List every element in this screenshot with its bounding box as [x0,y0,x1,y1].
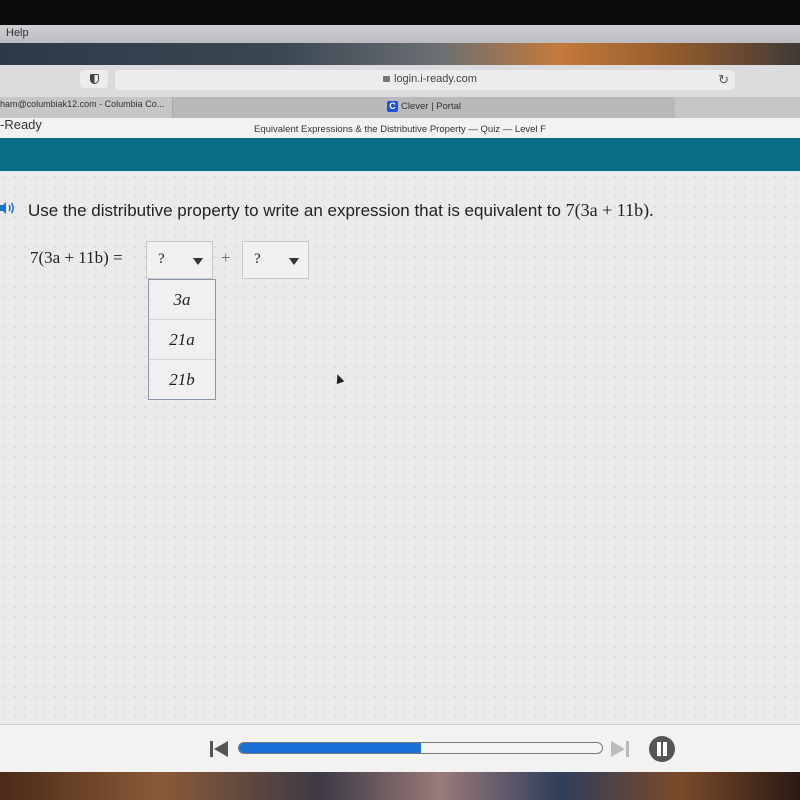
menu-help[interactable]: Help [6,27,29,39]
lesson-banner [0,138,800,173]
next-icon[interactable] [611,741,630,757]
tab-label: Clever | Portal [400,101,461,112]
dropdown-options-list: 3a 21a 21b [148,279,216,400]
mouse-cursor [333,372,345,385]
menu-bar: Help [0,25,800,43]
tab-columbia[interactable]: ham@columbiak12.com - Columbia Co... [0,97,173,118]
desktop-background-bottom [0,772,800,800]
clever-icon: C [386,101,398,112]
dropdown-option[interactable]: 3a [149,280,215,319]
tab-label: ham@columbiak12.com - Columbia Co... [0,99,165,109]
progress-fill [239,743,421,753]
dropdown-option[interactable]: 21b [149,359,215,399]
brand-logo: -Ready [0,117,42,132]
shield-icon [89,74,99,84]
privacy-shield-button[interactable] [80,70,108,88]
question-prompt: Use the distributive property to write a… [28,200,654,221]
caret-down-icon [289,258,299,265]
answer-dropdown-2[interactable]: ? [242,241,309,279]
question-area: Use the distributive property to write a… [0,172,800,724]
equation-lhs: 7(3a + 11b) = [30,248,123,267]
pause-button[interactable] [649,736,675,762]
quiz-title: Equivalent Expressions & the Distributiv… [254,124,546,135]
reload-icon[interactable]: ↻ [718,72,729,88]
previous-icon[interactable] [210,741,229,757]
media-player [0,724,800,773]
app-header: Equivalent Expressions & the Distributiv… [0,118,800,138]
desktop-background [0,43,800,65]
lock-icon [383,76,390,82]
url-text: login.i-ready.com [394,73,477,85]
tab-clever[interactable]: C Clever | Portal [173,97,675,118]
dropdown-value: ? [158,251,165,267]
plus-sign: + [221,248,231,267]
prompt-expression: 7(3a + 11b). [565,200,654,220]
answer-dropdown-1[interactable]: ? [146,241,213,279]
dropdown-value: ? [254,251,261,267]
progress-bar[interactable] [238,742,603,754]
caret-down-icon [193,258,203,265]
prompt-text: Use the distributive property to write a… [28,201,566,220]
screen-bezel [0,0,800,25]
address-bar[interactable]: login.i-ready.com ↻ [115,70,735,90]
dropdown-option[interactable]: 21a [149,319,215,359]
browser-toolbar: login.i-ready.com ↻ [0,65,800,97]
speaker-icon[interactable] [0,201,16,215]
tab-bar: ham@columbiak12.com - Columbia Co... C Cl… [0,97,800,118]
